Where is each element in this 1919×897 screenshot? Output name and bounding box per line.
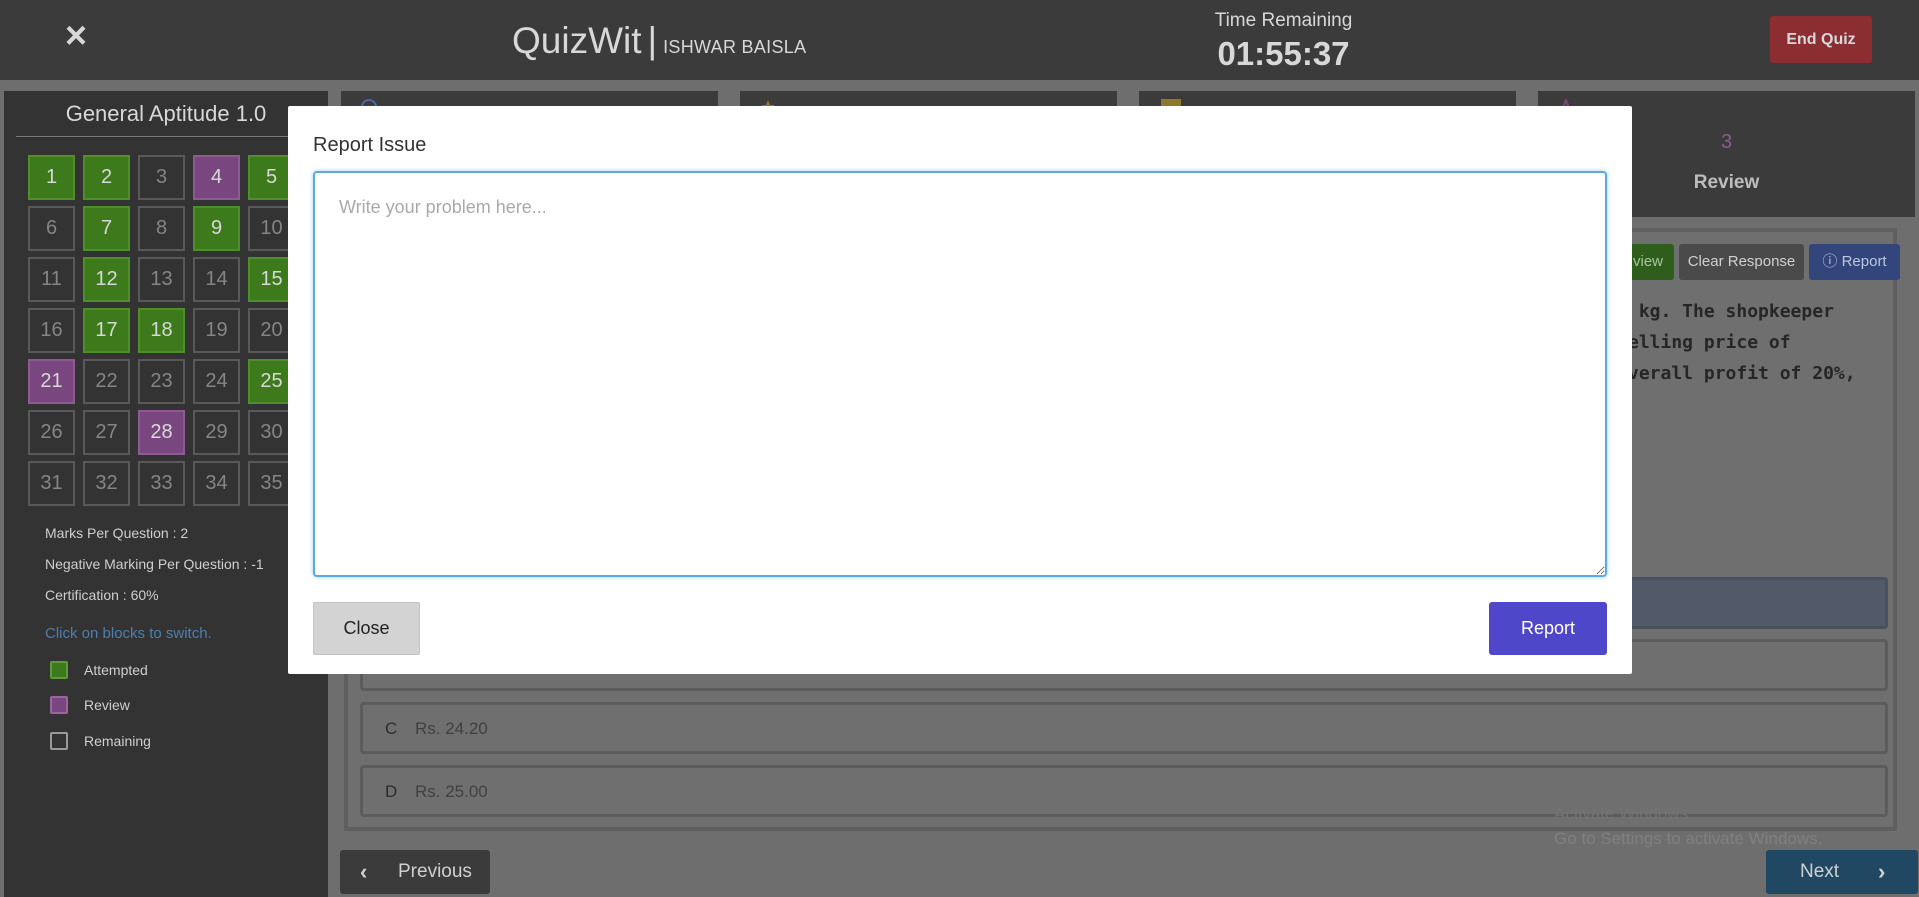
question-block[interactable]: 22: [83, 359, 130, 404]
question-block[interactable]: 8: [138, 206, 185, 251]
end-quiz-button[interactable]: End Quiz: [1770, 16, 1872, 63]
question-block[interactable]: 11: [28, 257, 75, 302]
clear-response-button[interactable]: Clear Response: [1679, 244, 1804, 280]
question-block[interactable]: 12: [83, 257, 130, 302]
next-label: Next: [1800, 861, 1840, 882]
previous-button[interactable]: ‹ Previous: [340, 850, 490, 894]
question-block[interactable]: 7: [83, 206, 130, 251]
remaining-swatch: [50, 732, 68, 750]
question-block[interactable]: 14: [193, 257, 240, 302]
app-brand: QuizWit | ISHWAR BAISLA: [512, 20, 806, 62]
top-bar: × QuizWit | ISHWAR BAISLA Time Remaining 0…: [0, 0, 1919, 80]
marks-per-question: Marks Per Question : 2: [45, 525, 189, 541]
question-block[interactable]: 27: [83, 410, 130, 455]
question-block[interactable]: 24: [193, 359, 240, 404]
question-block[interactable]: 23: [138, 359, 185, 404]
question-block[interactable]: 21: [28, 359, 75, 404]
chevron-right-icon: ›: [1878, 859, 1886, 884]
question-text: kg. The shopkeeper elling price of veral…: [1628, 301, 1856, 384]
question-block[interactable]: 33: [138, 461, 185, 506]
chevron-left-icon: ‹: [360, 859, 368, 884]
app-name: QuizWit: [512, 20, 642, 61]
option-c[interactable]: C Rs. 24.20: [360, 702, 1888, 754]
legend-review-label: Review: [84, 697, 130, 713]
negative-marking: Negative Marking Per Question : -1: [45, 556, 264, 572]
switch-hint: Click on blocks to switch.: [45, 625, 212, 642]
timer-value: 01:55:37: [1217, 35, 1350, 72]
activate-windows-title: Activate Windows: [1554, 804, 1689, 823]
question-block[interactable]: 3: [138, 155, 185, 200]
activate-windows-watermark: Go to Settings to activate Windows.: [1554, 829, 1823, 848]
question-block[interactable]: 28: [138, 410, 185, 455]
problem-textarea[interactable]: [313, 171, 1607, 577]
question-block[interactable]: 18: [138, 308, 185, 353]
option-letter: D: [385, 782, 398, 801]
question-grid: 1 2 3 4 5 6 7 8 9 10 11 12 13 14 15 16 17 18 19 20 21 22 23 24 2…: [28, 155, 328, 507]
question-block[interactable]: 1: [28, 155, 75, 200]
user-name: ISHWAR BAISLA: [663, 37, 807, 57]
attempted-swatch: [50, 661, 68, 679]
brand-separator: |: [647, 20, 658, 61]
question-block[interactable]: 17: [83, 308, 130, 353]
question-block[interactable]: 9: [193, 206, 240, 251]
question-block[interactable]: 29: [193, 410, 240, 455]
timer-label: Time Remaining: [1214, 10, 1353, 31]
submit-report-button[interactable]: Report: [1489, 602, 1607, 655]
previous-label: Previous: [398, 861, 472, 882]
question-block[interactable]: 19: [193, 308, 240, 353]
close-button[interactable]: Close: [313, 602, 420, 655]
legend-attempted-label: Attempted: [84, 662, 148, 678]
section-title: General Aptitude 1.0: [16, 99, 316, 137]
option-value: Rs. 24.20: [415, 719, 488, 738]
option-letter: C: [385, 719, 398, 738]
question-block[interactable]: 4: [193, 155, 240, 200]
question-block[interactable]: 26: [28, 410, 75, 455]
review-swatch: [50, 696, 68, 714]
close-icon[interactable]: ×: [58, 17, 94, 55]
report-issue-modal: Report Issue Close Report: [288, 106, 1632, 674]
modal-title: Report Issue: [313, 134, 427, 156]
timer: Time Remaining 01:55:37: [1196, 10, 1371, 73]
question-sidebar: General Aptitude 1.0 1 2 3 4 5 6 7 8 9 10 11 12 13 14…: [4, 91, 328, 897]
report-button[interactable]: ⓘ Report: [1809, 244, 1900, 280]
report-button-label: Report: [1841, 253, 1887, 270]
question-block[interactable]: 34: [193, 461, 240, 506]
question-block[interactable]: 13: [138, 257, 185, 302]
legend-remaining-label: Remaining: [84, 733, 151, 749]
option-value: Rs. 25.00: [415, 782, 488, 801]
certification: Certification : 60%: [45, 587, 159, 603]
question-block[interactable]: 32: [83, 461, 130, 506]
question-block[interactable]: 31: [28, 461, 75, 506]
info-circle-icon: ⓘ: [1822, 253, 1838, 270]
question-block[interactable]: 2: [83, 155, 130, 200]
question-block[interactable]: 6: [28, 206, 75, 251]
question-block[interactable]: 16: [28, 308, 75, 353]
next-button[interactable]: Next ›: [1766, 850, 1918, 894]
